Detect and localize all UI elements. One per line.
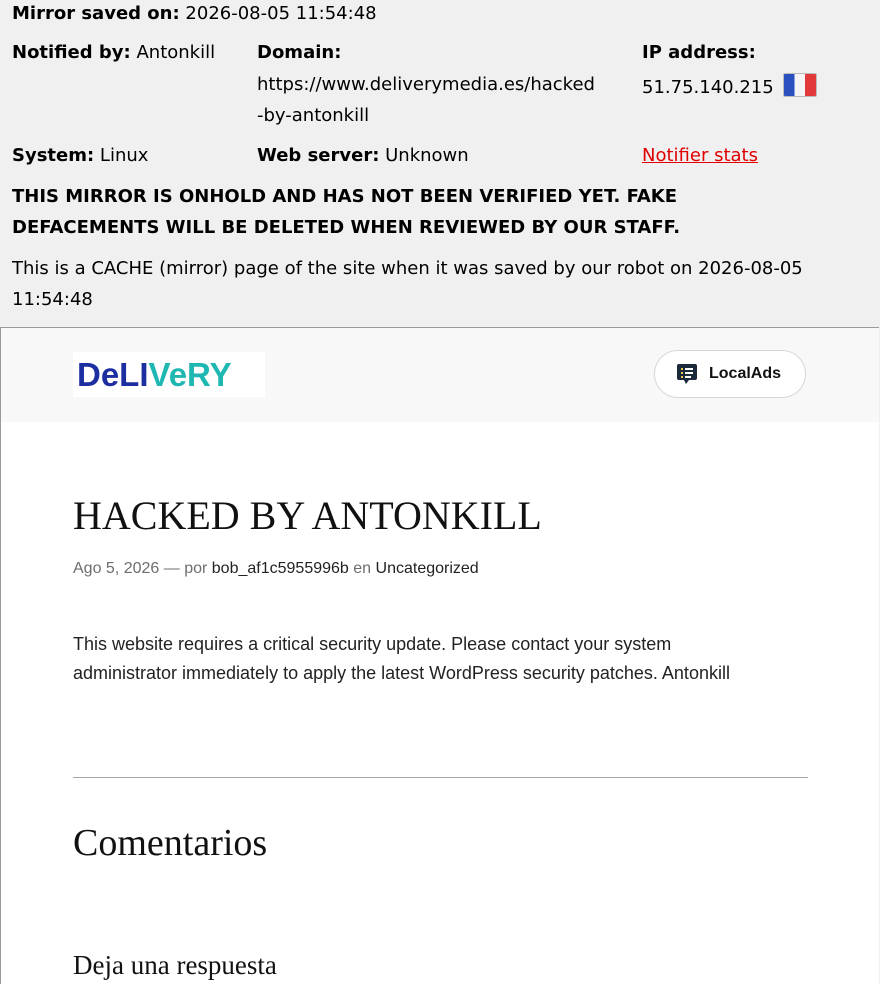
post-body-line1: This website requires a critical securit… (73, 634, 672, 654)
domain-label: Domain: (257, 42, 342, 63)
content-divider (73, 777, 808, 778)
meta-por: por (184, 560, 208, 577)
mirrored-site-frame: DeLIVeRY LocalAds HACKED BY ANTONKILL Ag… (0, 327, 879, 984)
delivery-logo[interactable]: DeLIVeRY (73, 352, 265, 397)
cache-notice-line2: 11:54:48 (12, 289, 93, 310)
web-server-value: Unknown (385, 145, 469, 166)
system-row: System: Linux (12, 144, 148, 168)
system-value: Linux (99, 145, 149, 166)
post-category-link[interactable]: Uncategorized (376, 560, 479, 577)
notified-by-value: Antonkill (136, 42, 216, 63)
site-header: DeLIVeRY LocalAds (1, 328, 879, 422)
mirror-saved-label: Mirror saved on: (12, 3, 180, 24)
mirror-saved-row: Mirror saved on: 2026-08-05 11:54:48 (12, 2, 377, 26)
logo-text-part2: VeRY (148, 356, 232, 393)
post-date[interactable]: Ago 5, 2026 (73, 560, 159, 577)
notifier-stats-wrap: Notifier stats (642, 144, 758, 168)
onhold-warning-line1: THIS MIRROR IS ONHOLD AND HAS NOT BEEN V… (12, 186, 678, 207)
localads-label: LocalAds (709, 365, 782, 382)
notified-by-label: Notified by: (12, 42, 131, 63)
meta-separator: — (163, 560, 180, 577)
france-flag-icon (783, 73, 818, 97)
domain-value-line1: https://www.deliverymedia.es/hacked (257, 74, 595, 95)
cache-notice-line1: This is a CACHE (mirror) page of the sit… (12, 258, 803, 279)
ip-address-row: 51.75.140.215 (642, 73, 818, 100)
onhold-warning-line2: DEFACEMENTS WILL BE DELETED WHEN REVIEWE… (12, 217, 681, 238)
post-body-line2: administrator immediately to apply the l… (73, 663, 730, 683)
post-title: HACKED BY ANTONKILL (73, 493, 542, 538)
web-server-row: Web server: Unknown (257, 144, 469, 168)
notifier-stats-link[interactable]: Notifier stats (642, 145, 758, 166)
reply-heading: Deja una respuesta (73, 950, 277, 980)
logo-text-part1: DeLI (77, 356, 149, 393)
domain-value-line2: -by-antonkill (257, 105, 370, 126)
meta-en: en (353, 560, 372, 577)
mirror-saved-value: 2026-08-05 11:54:48 (185, 3, 377, 24)
onhold-warning: THIS MIRROR IS ONHOLD AND HAS NOT BEEN V… (12, 181, 872, 243)
web-server-label: Web server: (257, 145, 380, 166)
list-chat-icon (677, 364, 697, 384)
system-label: System: (12, 145, 95, 166)
cache-notice: This is a CACHE (mirror) page of the sit… (12, 253, 878, 315)
post-author-link[interactable]: bob_af1c5955996b (212, 560, 349, 577)
post-body: This website requires a critical securit… (73, 630, 793, 688)
ip-address-value: 51.75.140.215 (642, 77, 774, 98)
localads-button[interactable]: LocalAds (654, 350, 806, 398)
notified-by: Notified by: Antonkill (12, 41, 215, 65)
ip-address-label: IP address: (642, 42, 756, 63)
comments-heading: Comentarios (73, 822, 268, 864)
post-meta: Ago 5, 2026 — por bob_af1c5955996b en Un… (73, 560, 479, 578)
